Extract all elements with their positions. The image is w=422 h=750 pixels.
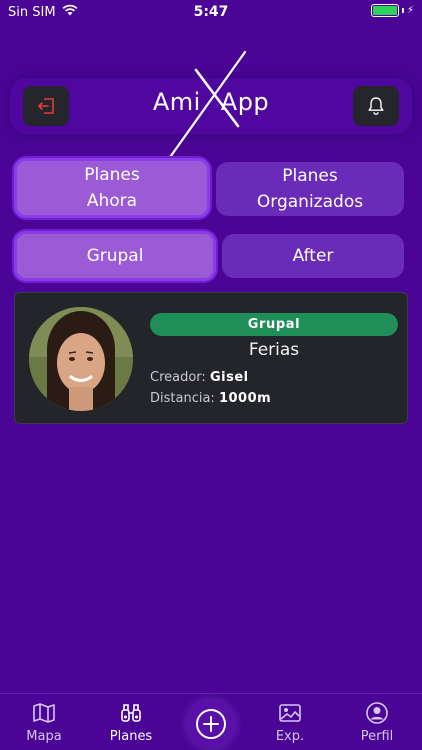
tab-planes-organizados-line2: Organizados bbox=[256, 192, 364, 212]
tab-planes-ahora[interactable]: Planes Ahora bbox=[14, 158, 210, 218]
status-bar: Sin SIM 5:47 ⚡ bbox=[0, 0, 422, 24]
add-plan-button[interactable] bbox=[187, 700, 235, 748]
battery-nub bbox=[401, 8, 404, 13]
map-icon bbox=[32, 700, 56, 726]
tab-planes-organizados[interactable]: Planes Organizados bbox=[216, 162, 404, 216]
nav-item-exp[interactable]: Exp. bbox=[255, 700, 325, 744]
nav-label-exp: Exp. bbox=[275, 729, 305, 744]
plan-card[interactable]: Grupal Ferias Creador: Gisel Distancia: … bbox=[14, 292, 408, 424]
nav-item-perfil[interactable]: Perfil bbox=[342, 700, 412, 744]
battery-icon bbox=[370, 4, 399, 17]
tab-after-label: After bbox=[292, 246, 334, 266]
creator-label: Creador: bbox=[150, 370, 206, 385]
plan-creator: Creador: Gisel bbox=[150, 370, 249, 385]
plan-title: Ferias bbox=[248, 340, 300, 360]
nav-item-planes[interactable]: Planes bbox=[96, 700, 166, 744]
user-icon bbox=[365, 700, 389, 726]
plan-type-badge: Grupal bbox=[150, 313, 398, 336]
binoculars-icon bbox=[119, 700, 143, 726]
tab-planes-ahora-line1: Planes bbox=[84, 165, 140, 185]
charging-icon: ⚡ bbox=[406, 5, 414, 16]
tab-planes-organizados-line1: Planes bbox=[282, 166, 338, 186]
distance-label: Distancia: bbox=[150, 391, 215, 406]
plan-distance: Distancia: 1000m bbox=[150, 391, 271, 406]
tab-grupal[interactable]: Grupal bbox=[14, 231, 216, 281]
tab-grupal-label: Grupal bbox=[86, 246, 144, 266]
tab-planes-ahora-line2: Ahora bbox=[86, 191, 138, 211]
distance-value: 1000m bbox=[218, 391, 272, 406]
status-right: ⚡ bbox=[370, 4, 414, 17]
nav-label-mapa: Mapa bbox=[26, 729, 62, 744]
nav-label-planes: Planes bbox=[109, 729, 153, 744]
creator-value: Gisel bbox=[209, 370, 249, 385]
creator-avatar bbox=[29, 307, 133, 411]
nav-item-mapa[interactable]: Mapa bbox=[9, 700, 79, 744]
nav-label-perfil: Perfil bbox=[360, 729, 394, 744]
bell-icon bbox=[368, 97, 384, 115]
image-icon bbox=[278, 700, 302, 726]
tab-after[interactable]: After bbox=[222, 234, 404, 278]
status-time: 5:47 bbox=[193, 4, 229, 20]
notifications-button[interactable] bbox=[353, 86, 399, 126]
logo-x-mark bbox=[166, 50, 247, 162]
plus-circle-icon bbox=[196, 709, 226, 739]
